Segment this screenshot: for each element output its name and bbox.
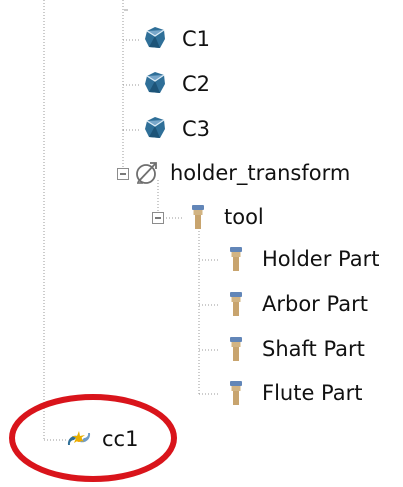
tree-node-label: Flute Part	[262, 381, 363, 405]
tree-node-label: tool	[224, 205, 264, 229]
collapse-toggle-icon[interactable]	[117, 168, 129, 180]
tree-node-label: Holder Part	[262, 247, 380, 271]
tree-node-label: Arbor Part	[262, 292, 368, 316]
tree-node-label: C1	[182, 27, 211, 51]
tool-part-icon	[230, 381, 242, 405]
tool-part-icon	[230, 247, 242, 271]
tree-node-label: holder_transform	[170, 161, 351, 185]
tool-part-icon	[230, 337, 242, 361]
tool-part-icon	[230, 292, 242, 316]
tree-node-label: cc1	[102, 427, 139, 451]
contact-condition-icon	[67, 431, 91, 445]
collapse-toggle-icon[interactable]	[152, 212, 164, 224]
tree-node-label: C3	[182, 117, 211, 141]
component-icon	[145, 27, 165, 48]
component-icon	[145, 117, 165, 138]
tool-icon	[192, 205, 204, 229]
tree-node-label: C2	[182, 72, 211, 96]
transform-icon	[136, 162, 157, 184]
model-tree-panel: C1 C2 C3 holder_transform tool Holder Pa…	[0, 0, 403, 487]
component-icon	[145, 72, 165, 93]
tree-node-label: Shaft Part	[262, 337, 365, 361]
